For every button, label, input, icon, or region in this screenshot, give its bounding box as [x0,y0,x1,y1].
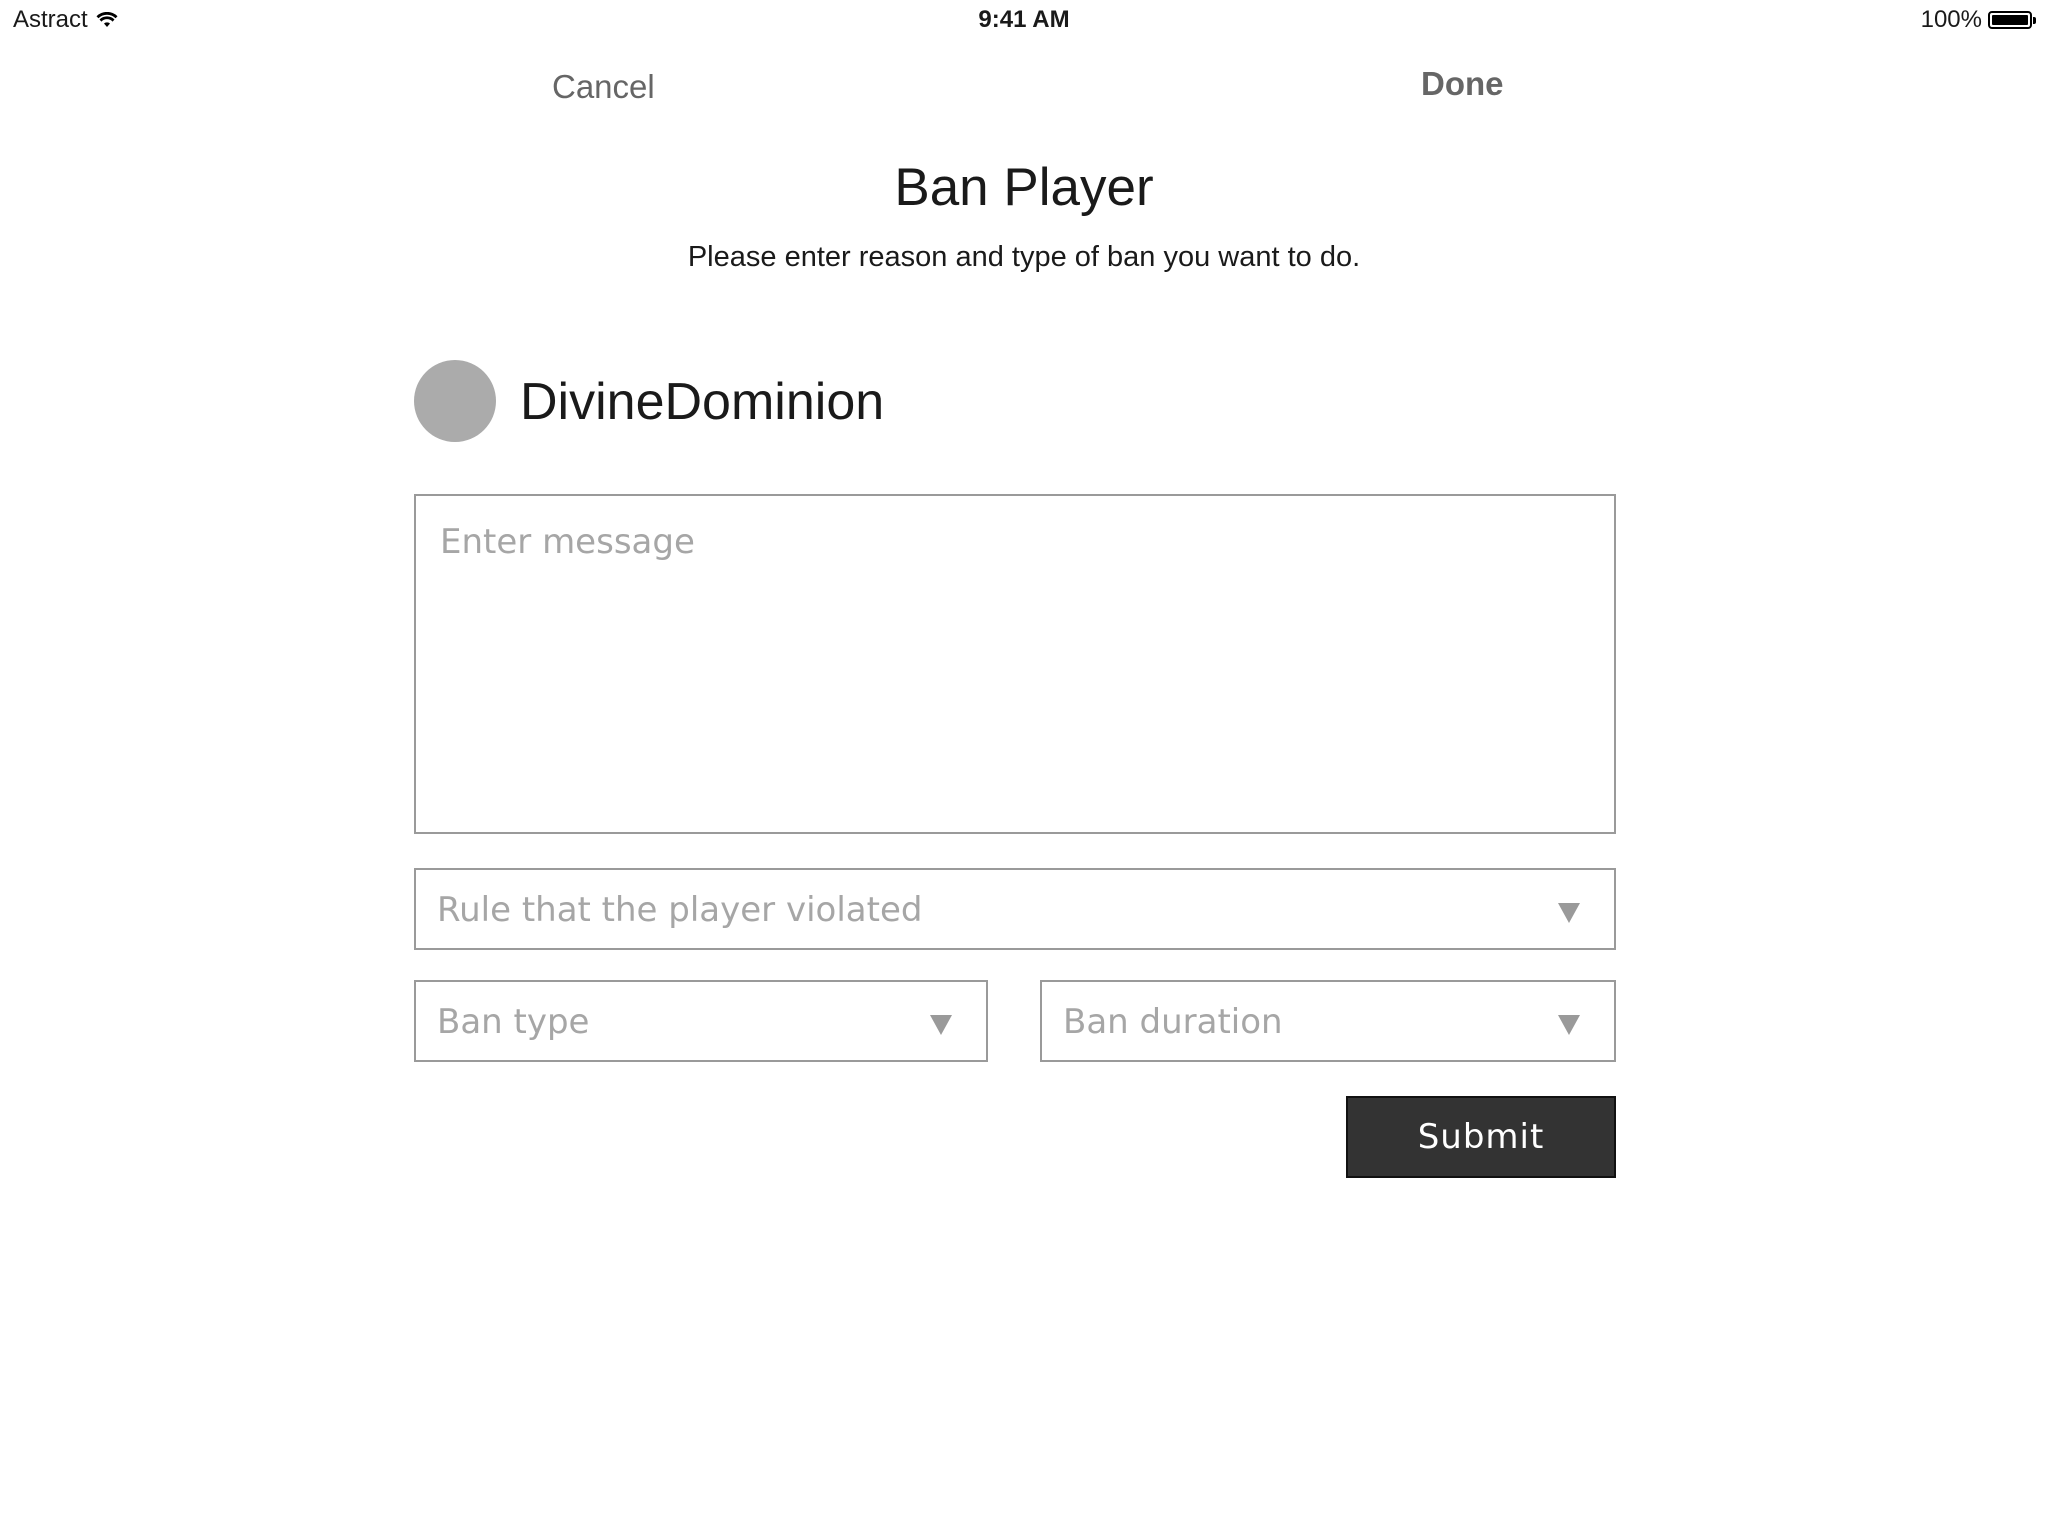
page-title: Ban Player [894,158,1154,217]
battery-percent: 100% [1920,6,1982,33]
done-button[interactable]: Done [1421,65,1504,103]
rule-select[interactable]: Rule that the player violated [414,868,1616,950]
player-name: DivineDominion [520,373,885,431]
rule-select-label: Rule that the player violated [437,890,923,930]
battery-body [1988,11,2032,29]
cancel-button[interactable]: Cancel [552,68,655,106]
avatar [414,360,496,442]
submit-button[interactable]: Submit [1346,1096,1616,1178]
battery-tip [2033,16,2036,24]
status-bar: Astract 9:41 AM 100% [0,0,2048,40]
chevron-down-icon [1558,903,1580,923]
ban-type-label: Ban type [437,1002,590,1042]
status-time: 9:41 AM [978,6,1070,33]
ban-duration-select[interactable]: Ban duration [1040,980,1616,1062]
message-input[interactable] [414,494,1616,834]
status-right: 100% [1921,6,2036,34]
chevron-down-icon [930,1015,952,1035]
chevron-down-icon [1558,1015,1580,1035]
battery-fill [1992,15,2028,25]
battery-icon [1988,11,2036,29]
page-subtitle: Please enter reason and type of ban you … [687,241,1361,273]
ban-duration-label: Ban duration [1063,1002,1283,1042]
ban-type-select[interactable]: Ban type [414,980,988,1062]
